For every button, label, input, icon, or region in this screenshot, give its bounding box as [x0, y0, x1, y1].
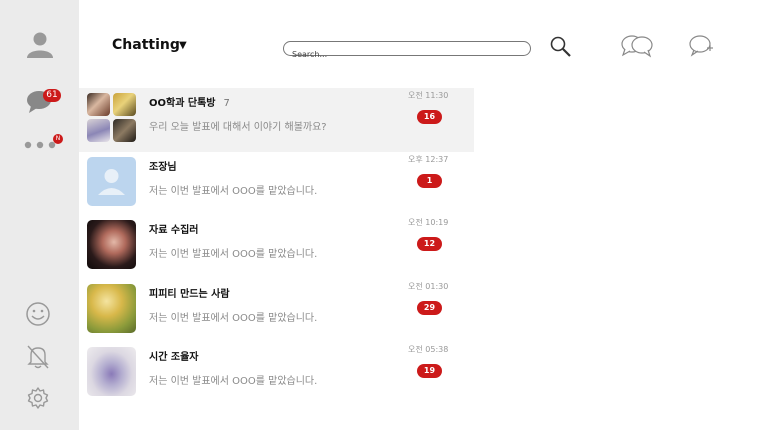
unread-badge: 29: [417, 300, 442, 315]
avatar: [87, 220, 136, 269]
default-avatar: [87, 156, 136, 206]
chat-preview: 저는 이번 발표에서 OOO를 맡았습니다.: [149, 376, 318, 387]
more-icon: [24, 141, 56, 149]
chat-time: 오후 12:37: [408, 154, 449, 164]
search-input[interactable]: [284, 48, 522, 61]
chats-nav-button[interactable]: 61: [24, 86, 64, 116]
member-count: 7: [223, 98, 230, 109]
avatar: [87, 347, 136, 396]
unread-badge: 12: [417, 237, 442, 251]
page-title[interactable]: Chatting: [112, 37, 180, 53]
chat-time: 오전 05:38: [408, 345, 449, 354]
chat-name: 조장님: [149, 161, 177, 173]
new-chat-icon[interactable]: [688, 34, 714, 58]
chat-name: 시간 조율자: [149, 352, 199, 363]
unread-badge: 19: [417, 364, 442, 378]
unread-badge: 1: [417, 173, 442, 188]
chat-unread-badge: 61: [43, 89, 61, 102]
chat-preview: 우리 오늘 발표에 대해서 이야기 해볼까요?: [149, 122, 327, 133]
chat-time: 오전 11:30: [408, 91, 449, 100]
avatar: [87, 283, 136, 333]
settings-icon[interactable]: [26, 386, 50, 410]
chat-time: 오전 01:30: [408, 281, 449, 291]
profile-icon[interactable]: [26, 30, 54, 58]
chat-item[interactable]: 피피티 만드는 사람 저는 이번 발표에서 OOO를 맡았습니다. 오전 01:…: [79, 279, 474, 343]
chat-preview: 저는 이번 발표에서 OOO를 맡았습니다.: [149, 312, 318, 324]
more-nav-button[interactable]: N: [22, 133, 66, 153]
chat-name: 자료 수집러: [149, 225, 199, 236]
open-chats-icon[interactable]: [620, 34, 654, 58]
chat-name: 피피티 만드는 사람: [149, 288, 230, 300]
chat-list: OO학과 단톡방 7 우리 오늘 발표에 대해서 이야기 해볼까요? 오전 11:…: [79, 88, 474, 406]
chat-preview: 저는 이번 발표에서 OOO를 맡았습니다.: [149, 185, 318, 197]
chat-preview: 저는 이번 발표에서 OOO를 맡았습니다.: [149, 249, 318, 260]
chat-time: 오전 10:19: [408, 218, 449, 227]
sidebar: 61 N: [0, 0, 79, 430]
chat-item[interactable]: 조장님 저는 이번 발표에서 OOO를 맡았습니다. 오후 12:37 1: [79, 152, 474, 216]
unread-badge: 16: [417, 110, 442, 124]
search-box: [283, 41, 531, 61]
emoji-icon[interactable]: [25, 301, 51, 327]
person-icon: [98, 168, 125, 195]
chat-item[interactable]: OO학과 단톡방 7 우리 오늘 발표에 대해서 이야기 해볼까요? 오전 11:…: [79, 88, 474, 152]
chat-name: OO학과 단톡방 7: [149, 98, 230, 109]
header: Chatting ▼: [79, 0, 773, 88]
more-new-badge: N: [53, 134, 63, 144]
search-icon[interactable]: [549, 35, 573, 59]
chat-item[interactable]: 시간 조율자 저는 이번 발표에서 OOO를 맡았습니다. 오전 05:38 1…: [79, 342, 474, 406]
chat-item[interactable]: 자료 수집러 저는 이번 발표에서 OOO를 맡았습니다. 오전 10:19 1…: [79, 215, 474, 279]
chevron-down-icon[interactable]: ▼: [179, 40, 187, 51]
group-avatar: [87, 93, 136, 142]
notification-off-icon[interactable]: [26, 344, 50, 370]
